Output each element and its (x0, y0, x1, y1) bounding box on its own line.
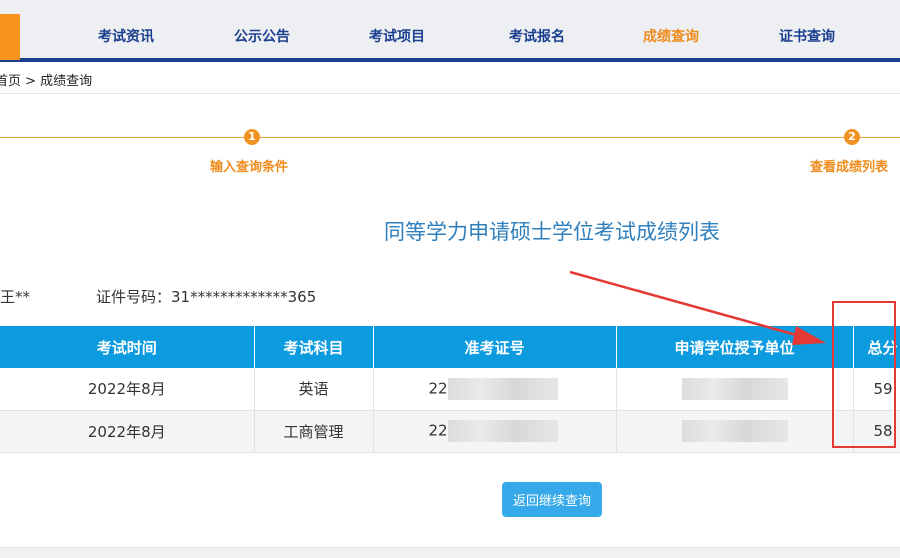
top-nav-bar: 考试资讯 公示公告 考试项目 考试报名 成绩查询 证书查询 (0, 0, 900, 62)
header-exam-date: 考试时间 (0, 326, 255, 368)
ticket-prefix: 22 (428, 379, 448, 398)
header-ticket-number: 准考证号 (373, 326, 617, 368)
steps-progress-line (0, 137, 900, 138)
header-subject: 考试科目 (254, 326, 374, 368)
breadcrumb-divider (0, 93, 900, 94)
back-to-query-button[interactable]: 返回继续查询 (502, 482, 602, 517)
page: 考试资讯 公示公告 考试项目 考试报名 成绩查询 证书查询 首页 > 成绩查询 … (0, 0, 900, 558)
nav-item-exam-projects[interactable]: 考试项目 (357, 14, 437, 60)
page-title: 同等学力申请硕士学位考试成绩列表 (384, 220, 720, 244)
cell-subject: 工商管理 (254, 410, 374, 453)
nav-item-exam-news[interactable]: 考试资讯 (86, 14, 166, 60)
footer-divider (0, 547, 900, 558)
candidate-name: 王** (0, 288, 31, 306)
header-degree-unit: 申请学位授予单位 (616, 326, 854, 368)
step-1-badge: 1 (244, 129, 260, 145)
nav-item-score-query[interactable]: 成绩查询 (631, 14, 711, 60)
cell-subject: 英语 (254, 368, 374, 411)
nav-item-exam-registration[interactable]: 考试报名 (497, 14, 577, 60)
breadcrumb: 首页 > 成绩查询 (0, 74, 93, 89)
table-row: 2022年8月 英语 22 59 (0, 368, 900, 411)
redacted-blur (681, 377, 788, 400)
nav-item-certificate-query[interactable]: 证书查询 (767, 14, 847, 60)
cell-exam-date: 2022年8月 (0, 410, 255, 453)
cell-ticket-number: 22 (373, 368, 617, 411)
table-row: 2022年8月 工商管理 22 58 (0, 410, 900, 453)
cell-ticket-number: 22 (373, 410, 617, 453)
cell-degree-unit (616, 368, 854, 411)
redacted-blur (447, 420, 558, 442)
redacted-blur (447, 377, 558, 400)
annotation-arrow-icon (569, 270, 826, 345)
nav-logo-accent (0, 14, 20, 60)
step-2-badge: 2 (844, 129, 860, 145)
step-2-label: 查看成绩列表 (810, 160, 889, 175)
step-1-label: 输入查询条件 (210, 160, 289, 175)
redacted-blur (681, 420, 788, 442)
cell-exam-date: 2022年8月 (0, 368, 255, 411)
id-label: 证件号码： (96, 288, 172, 306)
candidate-id: 证件号码：31*************365 (96, 286, 316, 307)
cell-degree-unit (616, 410, 854, 453)
id-value: 31*************365 (171, 288, 317, 306)
ticket-prefix: 22 (428, 421, 448, 440)
nav-item-announcements[interactable]: 公示公告 (222, 14, 302, 60)
score-table: 考试时间 考试科目 准考证号 申请学位授予单位 总分 2022年8月 英语 22… (0, 326, 900, 453)
table-header-row: 考试时间 考试科目 准考证号 申请学位授予单位 总分 (0, 326, 900, 368)
annotation-highlight-box (832, 301, 896, 448)
